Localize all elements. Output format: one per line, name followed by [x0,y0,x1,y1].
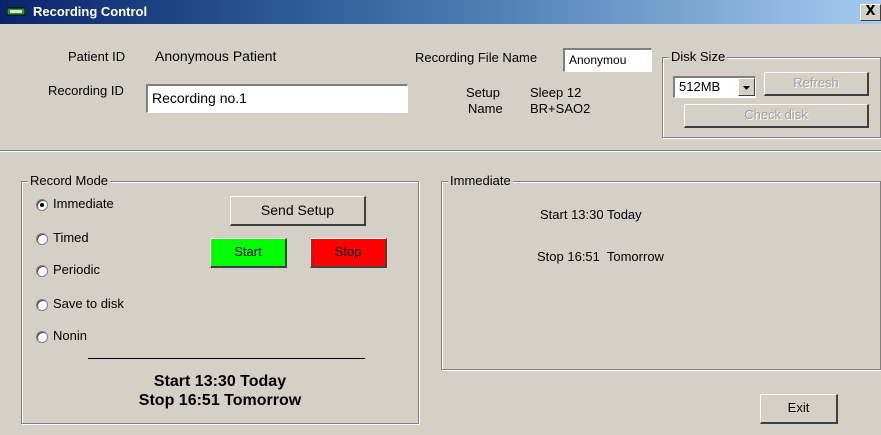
radio-label-periodic: Periodic [53,262,100,277]
record-mode-legend: Record Mode [28,173,111,188]
radio-nonin[interactable] [36,331,48,343]
summary-start-text: Start 13:30 Today [153,373,287,390]
recording-id-label: Recording ID [48,83,124,98]
file-name-label: Recording File Name [415,50,538,65]
setup-name-value: BR+SAO2 [530,101,591,116]
summary-divider [88,358,365,359]
patient-id-label: Patient ID [68,49,126,64]
disk-size-select[interactable]: 512MB [673,76,756,98]
record-summary: Start 13:30 Today Stop 16:51 Tomorrow [21,372,419,410]
radio-save-to-disk[interactable] [36,299,48,311]
radio-immediate[interactable] [36,199,48,211]
exit-button[interactable]: Exit [760,394,838,424]
chevron-down-icon [743,86,750,90]
setup-value: Sleep 12 [530,85,582,100]
start-button[interactable]: Start [210,238,287,268]
radio-label-save-to-disk: Save to disk [53,296,124,311]
refresh-button[interactable]: Refresh [764,72,869,96]
radio-label-timed: Timed [53,230,89,245]
radio-periodic[interactable] [36,265,48,277]
separator [0,150,881,152]
recording-id-input[interactable]: Recording no.1 [146,84,408,113]
immediate-legend: Immediate [448,173,513,188]
dropdown-arrow-button[interactable] [738,78,755,96]
disk-size-legend: Disk Size [669,49,728,64]
immediate-start-text: Start 13:30 Today [540,207,642,222]
immediate-group: Immediate [441,173,881,370]
file-name-input[interactable]: Anonymou [563,48,652,72]
check-disk-button[interactable]: Check disk [684,104,869,128]
close-button[interactable]: X [860,4,881,21]
summary-stop-text: Stop 16:51 Tomorrow [138,392,302,409]
stop-button[interactable]: Stop [310,238,387,268]
send-setup-button[interactable]: Send Setup [230,196,366,226]
window-title: Recording Control [33,4,148,19]
disk-size-value: 512MB [679,79,721,94]
patient-id-value: Anonymous Patient [155,48,277,64]
setup-name-label: Name [468,101,503,116]
radio-timed[interactable] [36,233,48,245]
radio-label-nonin: Nonin [53,328,87,343]
radio-label-immediate: Immediate [53,196,114,211]
app-icon [7,7,25,16]
setup-label: Setup [466,85,500,100]
title-bar: Recording Control X [0,0,881,24]
immediate-stop-text: Stop 16:51 Tomorrow [537,249,664,264]
